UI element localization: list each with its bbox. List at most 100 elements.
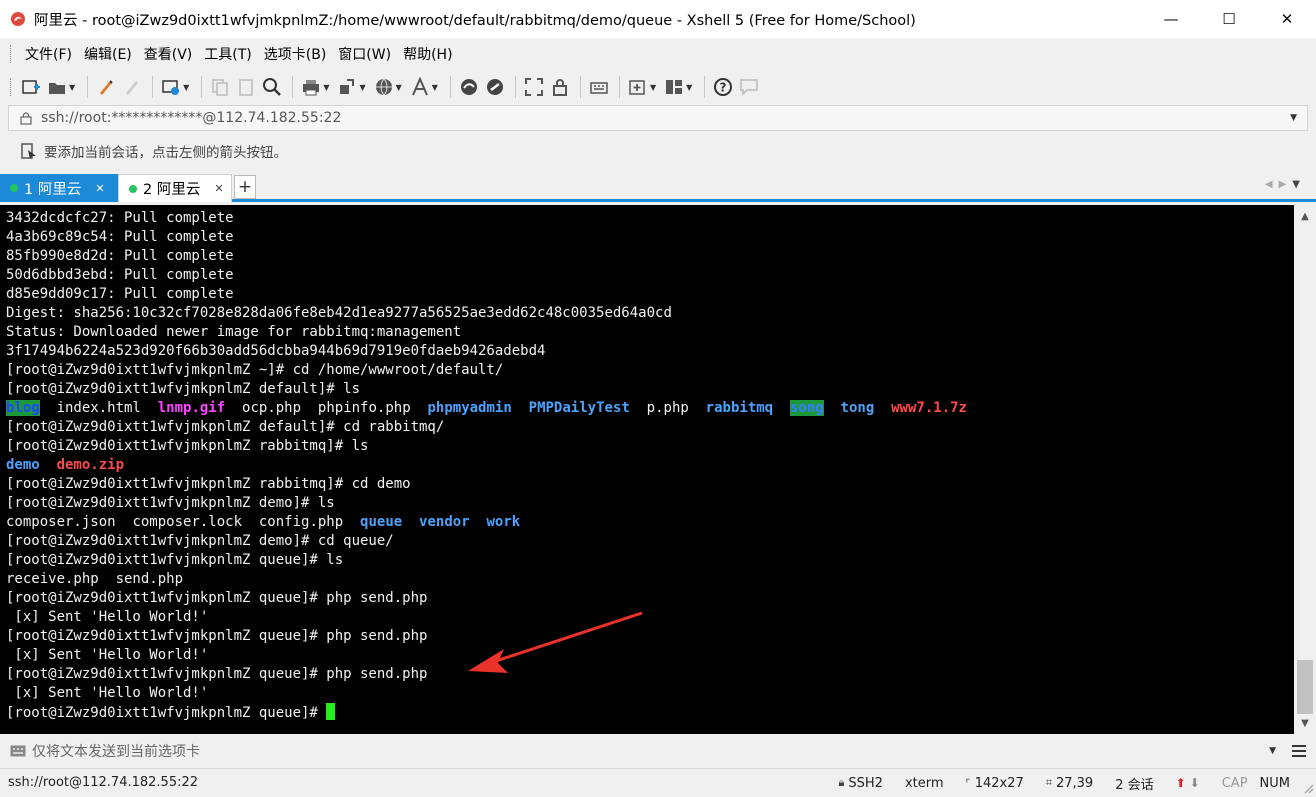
xshell-app-icon xyxy=(11,12,25,26)
compose-dropdown-icon[interactable]: ▼ xyxy=(1269,746,1276,756)
new-tab-dropdown-icon[interactable]: ▼ xyxy=(650,83,656,92)
terminal-line: 50d6dbbd3ebd: Pull complete xyxy=(6,267,234,283)
terminal-line: [root@iZwz9d0ixtt1wfvjmkpnlmZ demo]# cd … xyxy=(6,533,394,549)
globe-icon[interactable] xyxy=(372,75,396,99)
ls-output-default: blog index.html lnmp.gif ocp.php phpinfo… xyxy=(6,399,1294,418)
compose-menu-icon[interactable] xyxy=(1292,745,1306,757)
menu-edit[interactable]: 编辑(E) xyxy=(78,44,138,64)
address-bar[interactable]: ssh://root:*************@112.74.182.55:2… xyxy=(8,105,1308,131)
terminal-line: d85e9dd09c17: Pull complete xyxy=(6,286,234,302)
print-dropdown-icon[interactable]: ▼ xyxy=(323,83,329,92)
paste-icon[interactable] xyxy=(234,75,258,99)
transfer-icon[interactable] xyxy=(335,75,359,99)
properties-icon[interactable] xyxy=(159,75,183,99)
menu-tools[interactable]: 工具(T) xyxy=(198,44,257,64)
help-icon[interactable]: ? xyxy=(711,75,735,99)
terminal-line: [root@iZwz9d0ixtt1wfvjmkpnlmZ rabbitmq]#… xyxy=(6,476,411,492)
window-title: 阿里云 - root@iZwz9d0ixtt1wfvjmkpnlmZ:/home… xyxy=(34,12,916,29)
find-icon[interactable] xyxy=(260,75,284,99)
terminal-line: [x] Sent 'Hello World!' xyxy=(6,685,209,701)
address-lock-icon xyxy=(20,112,32,125)
new-tab-icon[interactable] xyxy=(626,75,650,99)
transfer-dropdown-icon[interactable]: ▼ xyxy=(359,83,365,92)
terminal-line: 3432dcdcfc27: Pull complete xyxy=(6,210,234,226)
layout-dropdown-icon[interactable]: ▼ xyxy=(686,83,692,92)
ls-entry: index.html xyxy=(56,400,141,416)
menu-window[interactable]: 窗口(W) xyxy=(332,44,397,64)
ls-entry: www7.1.7z xyxy=(891,400,967,416)
ls-output-rabbitmq: demo demo.zip xyxy=(6,456,1294,475)
reconnect-icon[interactable] xyxy=(94,75,118,99)
layout-icon[interactable] xyxy=(662,75,686,99)
resize-grip-icon[interactable] xyxy=(1302,782,1314,794)
status-bar: ssh://root@112.74.182.55:22 🔒︎ SSH2 xterm… xyxy=(0,768,1316,796)
maximize-button[interactable]: ☐ xyxy=(1200,0,1258,38)
scroll-up-icon[interactable]: ▲ xyxy=(1294,207,1316,225)
scrollbar-thumb[interactable] xyxy=(1297,660,1313,714)
menu-tabs[interactable]: 选项卡(B) xyxy=(258,44,333,64)
open-folder-icon[interactable] xyxy=(45,75,69,99)
terminal-line: 3f17494b6224a523d920f66b30add56dcbba944b… xyxy=(6,343,546,359)
compose-input[interactable]: 仅将文本发送到当前选项卡 xyxy=(32,741,200,761)
tab-navigation: ◀▶▼ xyxy=(1265,179,1306,190)
terminal-prompt-line: [root@iZwz9d0ixtt1wfvjmkpnlmZ queue]# xyxy=(6,703,1294,722)
open-dropdown-icon[interactable]: ▼ xyxy=(69,83,75,92)
keyboard-icon[interactable] xyxy=(587,75,611,99)
ls-entry: blog xyxy=(6,400,40,416)
tab-session-2[interactable]: 2 阿里云 ✕ xyxy=(118,174,232,202)
tab-bar: 1 阿里云 ✕ 2 阿里云 ✕ + ◀▶▼ xyxy=(0,172,1316,202)
status-num: NUM xyxy=(1259,775,1290,791)
status-term-type: xterm xyxy=(904,775,944,791)
tab-next-icon[interactable]: ▶ xyxy=(1279,179,1293,190)
tab-list-icon[interactable]: ▼ xyxy=(1292,179,1306,190)
ls-output-demo: composer.json composer.lock config.php q… xyxy=(6,513,1294,532)
ls-entry: work xyxy=(486,514,521,530)
terminal-prompt: [root@iZwz9d0ixtt1wfvjmkpnlmZ queue]# xyxy=(6,705,327,721)
ls-entry: rabbitmq xyxy=(705,400,774,416)
close-button[interactable]: ✕ xyxy=(1258,0,1316,38)
ls-entry: demo.zip xyxy=(56,457,125,473)
toolbar: ▼ ▼ ▼ ▼ ▼ ▼ ▼ ▼ ? xyxy=(0,69,1316,105)
copy-icon[interactable] xyxy=(208,75,232,99)
chat-icon[interactable] xyxy=(737,75,761,99)
download-icon: ⬇ xyxy=(1189,776,1200,790)
address-dropdown-icon[interactable]: ▼ xyxy=(1290,113,1297,123)
compose-bar[interactable]: 仅将文本发送到当前选项卡 ▼ xyxy=(0,736,1316,766)
upload-icon: ⬆ xyxy=(1175,776,1186,790)
add-session-arrow-icon[interactable] xyxy=(20,142,38,160)
terminal-line: 85fb990e8d2d: Pull complete xyxy=(6,248,234,264)
xagent-icon[interactable] xyxy=(483,75,507,99)
new-session-icon[interactable] xyxy=(19,75,43,99)
font-dropdown-icon[interactable]: ▼ xyxy=(432,83,438,92)
menu-file[interactable]: 文件(F) xyxy=(19,44,78,64)
terminal-line: [root@iZwz9d0ixtt1wfvjmkpnlmZ queue]# ls xyxy=(6,552,344,568)
print-icon[interactable] xyxy=(299,75,323,99)
xftp-icon[interactable] xyxy=(457,75,481,99)
font-icon[interactable] xyxy=(408,75,432,99)
tab-prev-icon[interactable]: ◀ xyxy=(1265,179,1279,190)
globe-dropdown-icon[interactable]: ▼ xyxy=(396,83,402,92)
menu-bar: 文件(F) 编辑(E) 查看(V) 工具(T) 选项卡(B) 窗口(W) 帮助(… xyxy=(0,38,1316,69)
menu-help[interactable]: 帮助(H) xyxy=(397,44,458,64)
close-tab-icon[interactable]: ✕ xyxy=(214,182,223,195)
properties-dropdown-icon[interactable]: ▼ xyxy=(183,83,189,92)
status-caps: CAP xyxy=(1221,775,1248,791)
minimize-button[interactable]: — xyxy=(1142,0,1200,38)
terminal-line: 4a3b69c89c54: Pull complete xyxy=(6,229,234,245)
menu-view[interactable]: 查看(V) xyxy=(138,44,199,64)
tab-session-1[interactable]: 1 阿里云 ✕ xyxy=(0,174,118,202)
ls-entry: ocp.php xyxy=(242,400,302,416)
status-sessions[interactable]: 2 会话 xyxy=(1115,774,1153,793)
terminal-scrollbar[interactable]: ▲ ▼ xyxy=(1294,205,1316,734)
scroll-down-icon[interactable]: ▼ xyxy=(1294,714,1316,732)
lock-icon[interactable] xyxy=(548,75,572,99)
terminal-line: receive.php send.php xyxy=(6,571,184,587)
ls-entry: song xyxy=(789,400,824,416)
close-tab-icon[interactable]: ✕ xyxy=(95,182,104,195)
title-bar: 阿里云 - root@iZwz9d0ixtt1wfvjmkpnlmZ:/home… xyxy=(0,0,1316,38)
fullscreen-icon[interactable] xyxy=(522,75,546,99)
disconnect-icon[interactable] xyxy=(120,75,144,99)
status-cursor-pos: ⌗ 27,39 xyxy=(1045,775,1094,791)
address-input[interactable]: ssh://root:*************@112.74.182.55:2… xyxy=(41,110,341,126)
add-tab-button[interactable]: + xyxy=(234,175,256,199)
